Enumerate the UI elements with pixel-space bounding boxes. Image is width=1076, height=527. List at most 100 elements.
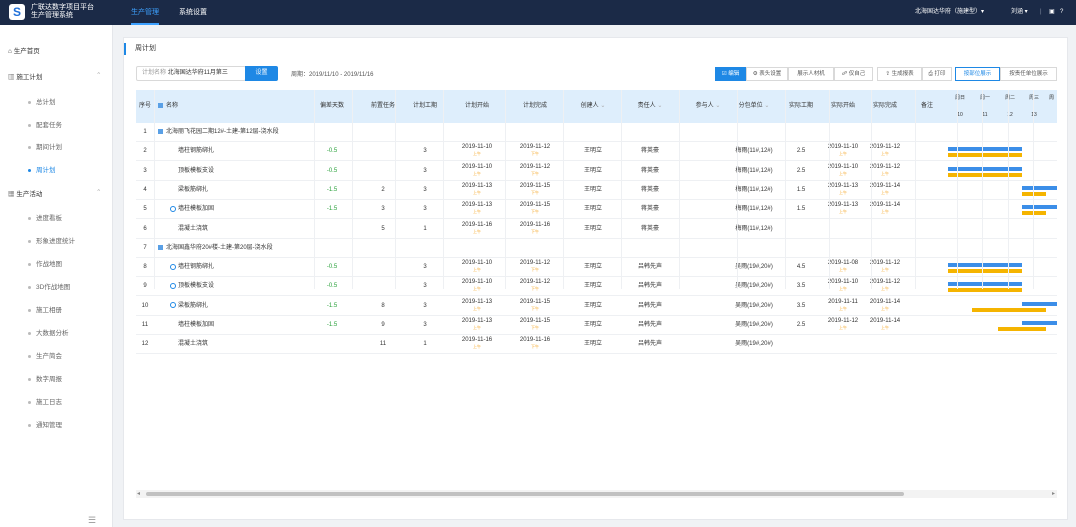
sidebar-item-weekly-plan[interactable]: 周计划 <box>28 164 56 174</box>
task-name[interactable]: 墙柱钢筋绑扎 <box>170 258 310 277</box>
actual-start: 2019-11-08 上午 <box>821 258 865 277</box>
collapse-group-icon[interactable] <box>158 244 163 250</box>
table-row[interactable]: 9 顶板模板支设 -0.5 3 2019-11-10 上午 2019-11-12 下午 王明立吕… <box>136 277 1057 297</box>
nav-tab-settings[interactable]: 系统设置 <box>179 0 207 25</box>
sidebar-item-home[interactable]: ⌂ 生产首页 <box>8 45 40 55</box>
print-button[interactable]: ⎙ 打印 <box>922 67 952 81</box>
chevron-up-icon[interactable]: ⌃ <box>96 71 101 79</box>
owner: 吕韩先声 <box>637 264 662 271</box>
table-row[interactable]: 2 墙柱钢筋绑扎 -0.5 3 2019-11-10 上午 2019-11-12 下午 王明立蒋… <box>136 142 1057 162</box>
filter-icon[interactable]: ⌄ <box>600 103 605 109</box>
sidebar-item-notifications[interactable]: 通知管理 <box>28 419 62 429</box>
table-group-row[interactable]: 1 北海丽飞花园二期12#-土建-第12层-浇水段 <box>136 123 1057 142</box>
collapse-all-icon[interactable] <box>158 102 163 108</box>
sidebar-item-brief-meeting[interactable]: 生产简会 <box>28 350 62 360</box>
help-icon[interactable]: ? <box>1060 0 1063 25</box>
gantt-actual-bar[interactable] <box>948 288 1022 293</box>
gantt-actual-bar[interactable] <box>972 307 1046 312</box>
table-row[interactable]: 12 混凝土浇筑 11 1 2019-11-16 上午 2019-11-16 下午 王明立 吕韩先… <box>136 335 1057 355</box>
actual-duration: 3.5 <box>796 302 806 309</box>
gantt-plan-bar[interactable] <box>1022 205 1057 210</box>
sidebar-item-progress-board[interactable]: 进度看板 <box>28 212 62 222</box>
sidebar-item-progress-stats[interactable]: 形象进度统计 <box>28 235 75 245</box>
task-name[interactable]: 墙柱钢筋绑扎 <box>170 142 310 161</box>
only-self-button[interactable]: ☍ 仅自己 <box>834 67 873 81</box>
task-name[interactable]: 混凝土浇筑 <box>170 335 310 354</box>
sidebar-group-plan[interactable]: ▥ 施工计划 <box>8 71 42 81</box>
scroll-left-icon[interactable]: ◂ <box>137 490 140 498</box>
filter-icon[interactable]: ⌄ <box>657 103 662 109</box>
chevron-up-icon[interactable]: ⌃ <box>96 188 101 196</box>
info-icon[interactable] <box>170 302 176 309</box>
task-name-text: 梁板筋绑扎 <box>178 302 209 309</box>
sidebar-item-supporting-tasks[interactable]: 配套任务 <box>28 119 62 129</box>
show-resources-button[interactable]: 展示人材机 <box>788 67 834 81</box>
collapse-menu-icon[interactable]: ☰ <box>88 515 96 526</box>
edit-button[interactable]: ☑ 编辑 <box>715 67 746 81</box>
fullscreen-icon[interactable]: ▣ <box>1049 0 1055 25</box>
table-row[interactable]: 8 墙柱钢筋绑扎 -0.5 3 2019-11-10 上午 2019-11-12 下午 王明立 吕… <box>136 258 1057 278</box>
scroll-right-icon[interactable]: ▸ <box>1052 490 1055 498</box>
task-name[interactable]: 墙柱模板加固 <box>170 200 310 219</box>
filter-icon[interactable]: ⌄ <box>715 103 720 109</box>
header-settings-button[interactable]: ⚙ 表头设置 <box>746 67 788 81</box>
task-name[interactable]: 顶板模板支设 <box>170 277 310 296</box>
show-by-unit-button[interactable]: 按责任单位展示 <box>1000 67 1057 81</box>
gantt-plan-bar[interactable] <box>948 166 1022 171</box>
deviation-days: -1.5 <box>326 302 338 309</box>
sidebar-item-3d-battle-map[interactable]: 3D作战地图 <box>28 281 70 291</box>
table-row[interactable]: 3 顶板模板支设 -0.5 3 2019-11-10 上午 2019-11-12 下午 王明立蒋… <box>136 162 1057 181</box>
table-row[interactable]: 6 混凝土浇筑 5 1 2019-11-16 上午 2019-11-16 下午 王明立 蒋英豪 梅雨… <box>136 220 1057 239</box>
plan-name-input[interactable]: 计划名称 北海国达华府11月第三 <box>136 66 246 81</box>
sidebar-item-construction-log[interactable]: 施工日志 <box>28 396 62 406</box>
gantt-actual-bar[interactable] <box>1022 211 1046 216</box>
table-row[interactable]: 10 梁板筋绑扎 -1.5 8 3 2019-11-13 上午 2019-11-15 下午 王明立… <box>136 297 1057 316</box>
gantt-actual-bar[interactable] <box>948 172 1022 177</box>
project-selector[interactable]: 北海国达华府（施建型）▾ <box>915 0 984 25</box>
set-button[interactable]: 设置 <box>245 66 278 81</box>
task-name[interactable]: 墙柱模板加固 <box>170 316 310 335</box>
deviation-days: -0.5 <box>326 148 338 155</box>
sidebar-item-big-data[interactable]: 大数据分析 <box>28 327 69 337</box>
nav-tab-production[interactable]: 生产管理 <box>131 0 159 25</box>
task-name[interactable]: 梁板筋绑扎 <box>170 297 310 316</box>
collapse-group-icon[interactable] <box>158 128 163 134</box>
sidebar-item-period-plan[interactable]: 期间计划 <box>28 141 62 151</box>
gantt-plan-bar[interactable] <box>1022 301 1057 306</box>
subcontractor: 梅雨(11#,12#) <box>735 167 773 174</box>
info-icon[interactable] <box>170 282 176 289</box>
gantt-actual-bar[interactable] <box>948 269 1022 274</box>
subcontractor: 梅雨(11#,12#) <box>735 186 773 193</box>
sidebar-group-activities[interactable]: ▦ 生产活动 <box>8 188 42 198</box>
table-row[interactable]: 5 墙柱模板加固 -1.5 3 3 2019-11-13 上午 2019-11-15 下午 王明立… <box>136 200 1057 220</box>
gantt-plan-bar[interactable] <box>948 282 1022 287</box>
gantt-actual-bar[interactable] <box>948 153 1022 158</box>
gantt-plan-bar[interactable] <box>948 147 1022 152</box>
gantt-actual-bar[interactable] <box>998 327 1046 331</box>
info-icon[interactable] <box>170 205 176 212</box>
task-name[interactable]: 梁板筋绑扎 <box>170 181 310 200</box>
table-row[interactable]: 11 墙柱模板加固 -1.5 9 3 2019-11-13 上午 2019-11-15 下午 王明… <box>136 316 1057 335</box>
gantt-plan-bar[interactable] <box>1022 185 1057 190</box>
generate-report-button[interactable]: ⇪ 生成报表 <box>877 67 922 81</box>
scrollbar-thumb[interactable] <box>146 492 904 496</box>
table-row[interactable]: 4 梁板筋绑扎 -1.5 2 3 2019-11-13 上午 2019-11-15 下午 王明立蒋… <box>136 181 1057 200</box>
table-group-row[interactable]: 7 北海国鑫华府20#楼-土建-第20层-浇水段 <box>136 239 1057 258</box>
sidebar-item-digital-weekly[interactable]: 数字周报 <box>28 373 62 383</box>
user-menu[interactable]: 刘涵 ▾ <box>1011 0 1028 25</box>
gantt-actual-bar[interactable] <box>1022 191 1046 196</box>
col-header-name-label: 名称 <box>166 103 179 109</box>
info-icon[interactable] <box>170 263 176 270</box>
gantt-plan-bar[interactable] <box>1022 321 1057 325</box>
task-name[interactable]: 混凝土浇筑 <box>170 220 310 239</box>
column-divider <box>443 90 444 289</box>
sidebar-item-total-plan[interactable]: 总计划 <box>28 96 56 106</box>
plan-duration: 3 <box>423 283 427 290</box>
sidebar-item-photo-album[interactable]: 施工相册 <box>28 304 62 314</box>
task-name[interactable]: 顶板模板支设 <box>170 162 310 181</box>
sidebar-item-battle-map[interactable]: 作战地图 <box>28 258 62 268</box>
show-by-location-button[interactable]: 按部位展示 <box>955 67 1000 81</box>
gantt-plan-bar[interactable] <box>948 263 1022 268</box>
filter-icon[interactable]: ⌄ <box>764 103 769 109</box>
horizontal-scrollbar[interactable]: ◂ ▸ <box>136 490 1057 498</box>
